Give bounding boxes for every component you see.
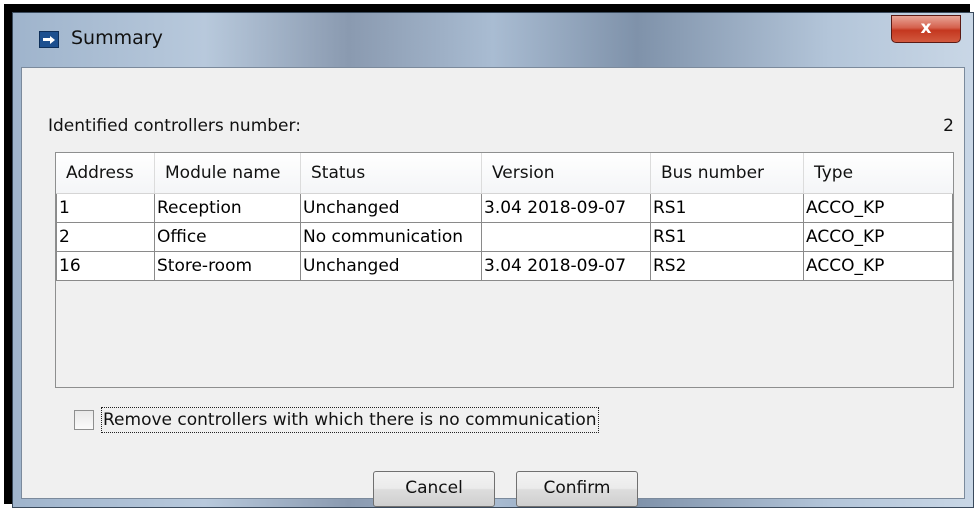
cell-status: Unchanged [301,194,482,223]
remove-controllers-label[interactable]: Remove controllers with which there is n… [101,407,599,433]
column-header-type[interactable]: Type [804,153,953,193]
cell-type: ACCO_KP [804,252,953,281]
cell-version [482,223,651,252]
controllers-count-value: 2 [943,116,954,136]
title-bar[interactable]: Summary x [13,13,973,67]
controllers-table[interactable]: Address Module name Status Version Bus n… [55,152,954,388]
table-row[interactable]: 16 Store-room Unchanged 3.04 2018-09-07 … [56,252,953,281]
window-title: Summary [71,27,163,49]
cell-version: 3.04 2018-09-07 [482,252,651,281]
cell-type: ACCO_KP [804,223,953,252]
cell-bus-number: RS1 [651,194,804,223]
cell-module-name: Store-room [155,252,301,281]
column-header-version[interactable]: Version [482,153,651,193]
cell-address: 2 [56,223,155,252]
cell-status: No communication [301,223,482,252]
dialog-body: Identified controllers number: 2 Address… [21,67,965,507]
column-header-status[interactable]: Status [301,153,482,193]
cell-module-name: Office [155,223,301,252]
summary-window: Summary x Identified controllers number:… [12,12,974,508]
column-header-address[interactable]: Address [56,153,155,193]
cancel-button[interactable]: Cancel [373,471,495,507]
table-header: Address Module name Status Version Bus n… [56,153,953,194]
controllers-count-label: Identified controllers number: [48,116,301,136]
cell-module-name: Reception [155,194,301,223]
confirm-button[interactable]: Confirm [516,471,638,507]
column-header-bus-number[interactable]: Bus number [651,153,804,193]
cell-type: ACCO_KP [804,194,953,223]
table-row[interactable]: 1 Reception Unchanged 3.04 2018-09-07 RS… [56,194,953,223]
cell-bus-number: RS2 [651,252,804,281]
cell-status: Unchanged [301,252,482,281]
app-icon [39,31,59,48]
column-header-module-name[interactable]: Module name [155,153,301,193]
cell-address: 1 [56,194,155,223]
cell-address: 16 [56,252,155,281]
close-button[interactable]: x [891,15,961,43]
screenshot-border: Summary x Identified controllers number:… [4,4,974,508]
cell-bus-number: RS1 [651,223,804,252]
table-row[interactable]: 2 Office No communication RS1 ACCO_KP [56,223,953,252]
remove-controllers-checkbox[interactable] [74,410,94,430]
cell-version: 3.04 2018-09-07 [482,194,651,223]
